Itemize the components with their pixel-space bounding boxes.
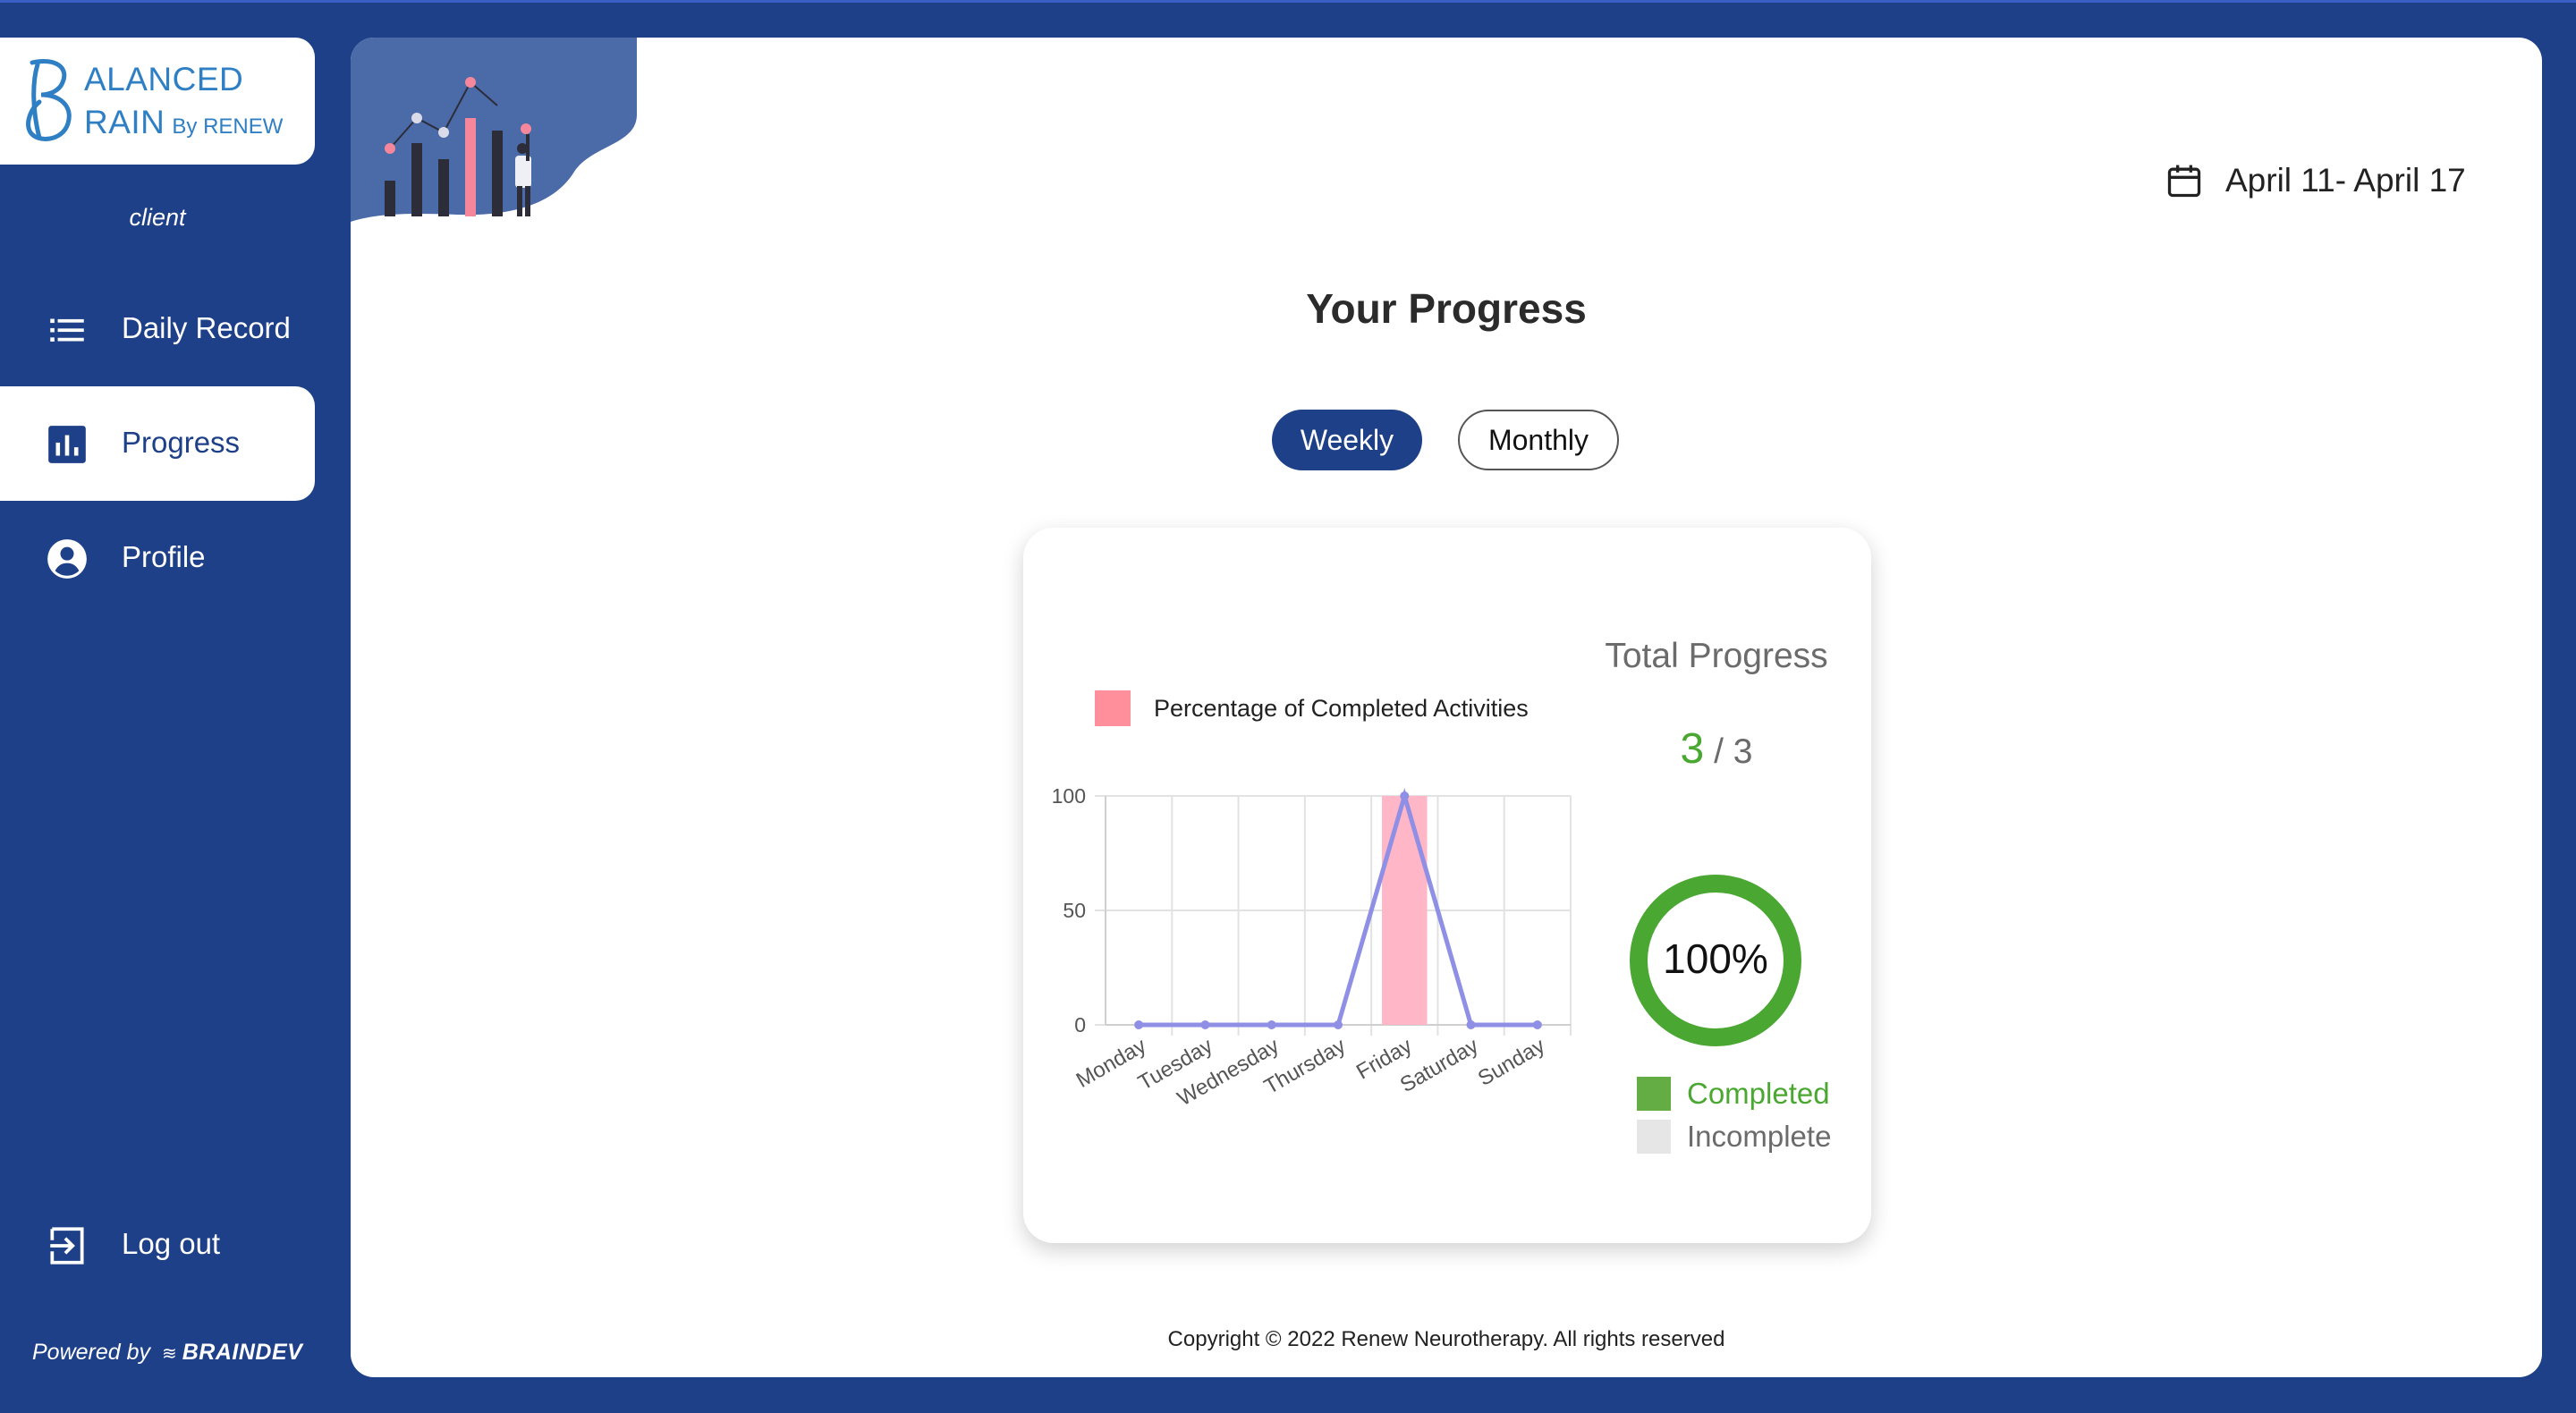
chart-legend[interactable]: Percentage of Completed Activities (1095, 690, 1529, 726)
line-point-saturday (1466, 1020, 1476, 1029)
logo-rain: RAIN (84, 104, 165, 140)
date-range[interactable]: April 11- April 17 (2165, 161, 2466, 200)
total-progress-title: Total Progress (1605, 637, 1828, 675)
top-border (0, 0, 2576, 3)
line-point-friday (1400, 791, 1410, 800)
account-circle-icon (47, 539, 87, 579)
completed-count: 3 (1680, 725, 1705, 773)
user-role: client (129, 204, 186, 231)
legend-swatch (1095, 690, 1131, 726)
legend-completed-swatch (1637, 1077, 1671, 1111)
braindev-logo-icon: ≋ (161, 1344, 177, 1364)
line-point-thursday (1334, 1020, 1343, 1029)
copyright: Copyright © 2022 Renew Neurotherapy. All… (1167, 1327, 1725, 1351)
sidebar-item-label: Profile (122, 540, 206, 573)
logout-button[interactable]: Log out (0, 1188, 315, 1302)
line-point-tuesday (1200, 1020, 1210, 1029)
line-point-sunday (1532, 1020, 1542, 1029)
logout-icon (50, 1227, 84, 1265)
legend-label: Percentage of Completed Activities (1154, 694, 1529, 722)
sidebar-item-label: Progress (122, 426, 241, 459)
logo-b-mark (26, 59, 72, 141)
legend-incomplete-label: Incomplete (1687, 1120, 1832, 1153)
logo-by-renew: By RENEW (172, 114, 284, 139)
legend-completed[interactable]: Completed (1637, 1077, 1830, 1111)
logout-label: Log out (122, 1227, 221, 1260)
line-point-monday (1134, 1020, 1144, 1029)
logo-text-line1: ALANCED (84, 61, 244, 97)
legend-incomplete-swatch (1637, 1120, 1671, 1154)
logo-text-line2: RAIN By RENEW (84, 104, 283, 141)
main-panel: April 11- April 17 Your Progress Weekly … (351, 38, 2542, 1377)
y-tick-label: 100 (1052, 784, 1086, 808)
powered-by: Powered by ≋ BRAINDEV (32, 1340, 302, 1366)
weekly-chart: 050100MondayTuesdayWednesdayThursday Frid… (1052, 784, 1572, 1111)
bar-chart-icon (48, 426, 86, 463)
y-tick-label: 50 (1063, 899, 1086, 922)
tab-monthly[interactable]: Monthly (1458, 410, 1619, 470)
line-point-wednesday (1267, 1020, 1276, 1029)
donut-percent-label: 100% (1663, 935, 1768, 982)
calendar-icon (2167, 165, 2201, 198)
progress-card: 0 50 100 Monday Tuesday Wednesday Thursday Frid… (1023, 528, 1871, 1243)
powered-by-brand: BRAINDEV (182, 1340, 303, 1365)
date-range-text: April 11- April 17 (2225, 162, 2466, 199)
x-tick-label: Sunday (1474, 1034, 1549, 1091)
tab-weekly[interactable]: Weekly (1272, 410, 1422, 470)
sidebar-item-progress[interactable]: Progress (0, 386, 315, 501)
app-logo[interactable]: ALANCED RAIN By RENEW (0, 38, 315, 165)
list-icon (50, 318, 84, 342)
bar-friday (1382, 796, 1428, 1025)
legend-incomplete[interactable]: Incomplete (1637, 1120, 1831, 1154)
sidebar-item-profile[interactable]: Profile (0, 501, 315, 615)
progress-illustration (351, 38, 637, 222)
legend-completed-label: Completed (1687, 1077, 1830, 1110)
total-count: / 3 (1714, 732, 1753, 771)
total-progress-count: 3 / 3 (1596, 724, 1837, 774)
sidebar-item-label: Daily Record (122, 311, 291, 344)
page-title: Your Progress (1306, 285, 1587, 332)
y-tick-label: 0 (1074, 1013, 1086, 1036)
sidebar-item-daily-record[interactable]: Daily Record (0, 272, 315, 386)
powered-by-prefix: Powered by (32, 1340, 151, 1365)
